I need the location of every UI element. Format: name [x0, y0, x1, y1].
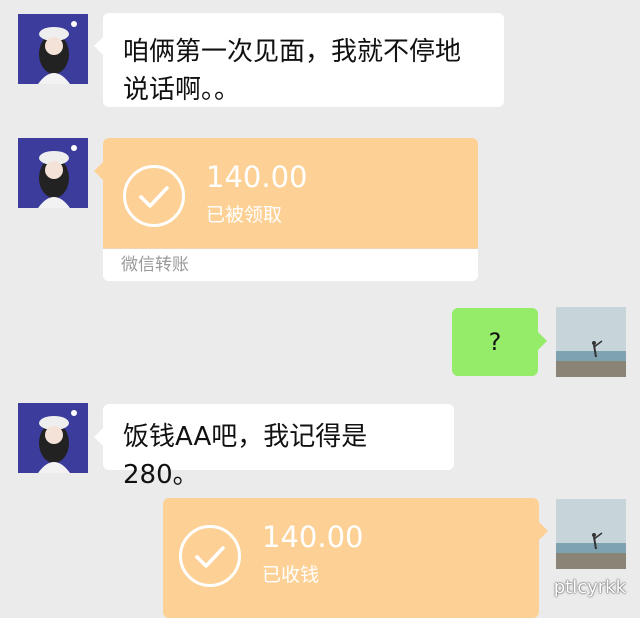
girl-portrait-icon	[18, 403, 88, 473]
transfer-card[interactable]: 140.00 已被领取 微信转账	[94, 138, 478, 281]
message-text: ?	[488, 328, 502, 356]
my-avatar[interactable]	[556, 499, 626, 569]
contact-avatar[interactable]	[18, 138, 88, 208]
watermark: ptlcyrkk	[553, 577, 626, 598]
contact-avatar[interactable]	[18, 14, 88, 84]
transfer-amount: 140.00	[206, 160, 308, 194]
beach-photo-icon	[556, 499, 626, 569]
check-circle-icon	[179, 525, 241, 587]
message-bubble[interactable]: 饭钱AA吧，我记得是280。	[94, 404, 454, 490]
girl-portrait-icon	[18, 14, 88, 84]
contact-avatar[interactable]	[18, 403, 88, 473]
my-avatar[interactable]	[556, 307, 626, 377]
beach-photo-icon	[556, 307, 626, 377]
message-text: 饭钱AA吧，我记得是280。	[123, 422, 368, 490]
check-circle-icon	[123, 165, 185, 227]
transfer-status: 已收钱	[262, 564, 320, 586]
message-bubble[interactable]: 咱俩第一次见面，我就不停地说话啊。。	[94, 13, 504, 107]
message-text: 咱俩第一次见面，我就不停地说话啊。。	[123, 37, 462, 105]
transfer-footer: 微信转账	[103, 248, 478, 281]
transfer-status: 已被领取	[206, 204, 283, 226]
girl-portrait-icon	[18, 138, 88, 208]
message-bubble[interactable]: ?	[452, 308, 547, 376]
transfer-amount: 140.00	[262, 520, 364, 554]
transfer-card[interactable]: 140.00 已收钱	[163, 498, 548, 618]
